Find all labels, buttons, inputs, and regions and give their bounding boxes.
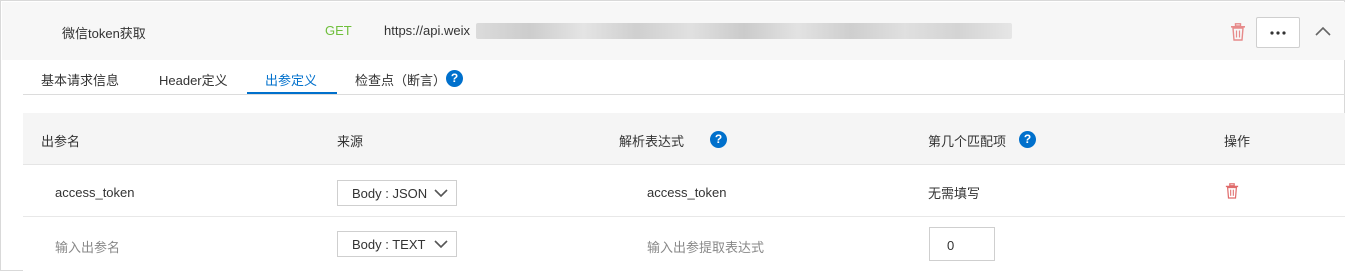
column-header-expression: 解析表达式	[619, 134, 685, 149]
column-header-source: 来源	[337, 134, 364, 149]
api-method: GET	[325, 23, 352, 38]
source-select-value: Body : TEXT	[352, 237, 426, 252]
table-header: 出参名 来源 解析表达式 ? 第几个匹配项 ? 操作	[23, 113, 1345, 165]
ellipsis-icon	[1270, 30, 1286, 35]
source-select[interactable]: Body : TEXT	[337, 231, 457, 257]
column-header-actions: 操作	[1224, 134, 1251, 149]
tab-bar: 基本请求信息 Header定义 出参定义 检查点（断言） ?	[23, 60, 1345, 95]
source-select-value: Body : JSON	[352, 186, 428, 201]
tab-basic-request[interactable]: 基本请求信息	[41, 70, 119, 89]
match-index-input[interactable]: 0	[929, 227, 995, 261]
help-icon[interactable]: ?	[710, 131, 727, 148]
column-header-match-index: 第几个匹配项	[928, 134, 1007, 149]
param-name: access_token	[55, 185, 135, 200]
help-icon[interactable]: ?	[1019, 131, 1036, 148]
param-expression-input[interactable]: 输入出参提取表达式	[647, 237, 764, 256]
collapse-chevron-up-icon[interactable]	[1315, 24, 1331, 38]
param-expression: access_token	[647, 185, 727, 200]
match-index-value: 无需填写	[928, 186, 981, 201]
api-name: 微信token获取	[62, 26, 146, 41]
active-tab-indicator	[247, 92, 337, 94]
tab-checkpoint[interactable]: 检查点（断言）	[355, 70, 446, 89]
delete-row-icon[interactable]	[1225, 183, 1239, 199]
api-url: https://api.weix	[384, 23, 470, 38]
match-index-input-value: 0	[947, 238, 955, 253]
chevron-down-icon	[434, 240, 448, 249]
more-button[interactable]	[1256, 17, 1300, 48]
url-redacted-blur	[476, 23, 1012, 39]
column-header-name: 出参名	[41, 134, 81, 149]
source-select[interactable]: Body : JSON	[337, 180, 457, 206]
param-name-input[interactable]: 输入出参名	[55, 237, 120, 256]
new-param-row: 输入出参名 Body : TEXT 输入出参提取表达式 0	[23, 217, 1345, 271]
delete-api-icon[interactable]	[1230, 23, 1246, 41]
tab-output-params[interactable]: 出参定义	[265, 70, 317, 89]
output-params-table: 出参名 来源 解析表达式 ? 第几个匹配项 ? 操作 access_token …	[23, 95, 1345, 271]
tab-header-definition[interactable]: Header定义	[159, 70, 228, 89]
api-panel: 微信token获取 GET https://api.weix 基本请求信息 He…	[0, 0, 1345, 271]
table-row: access_token Body : JSON access_token 无需…	[23, 165, 1345, 217]
chevron-down-icon	[434, 189, 448, 198]
help-icon[interactable]: ?	[446, 70, 463, 87]
api-header[interactable]: 微信token获取 GET https://api.weix	[2, 2, 1345, 60]
